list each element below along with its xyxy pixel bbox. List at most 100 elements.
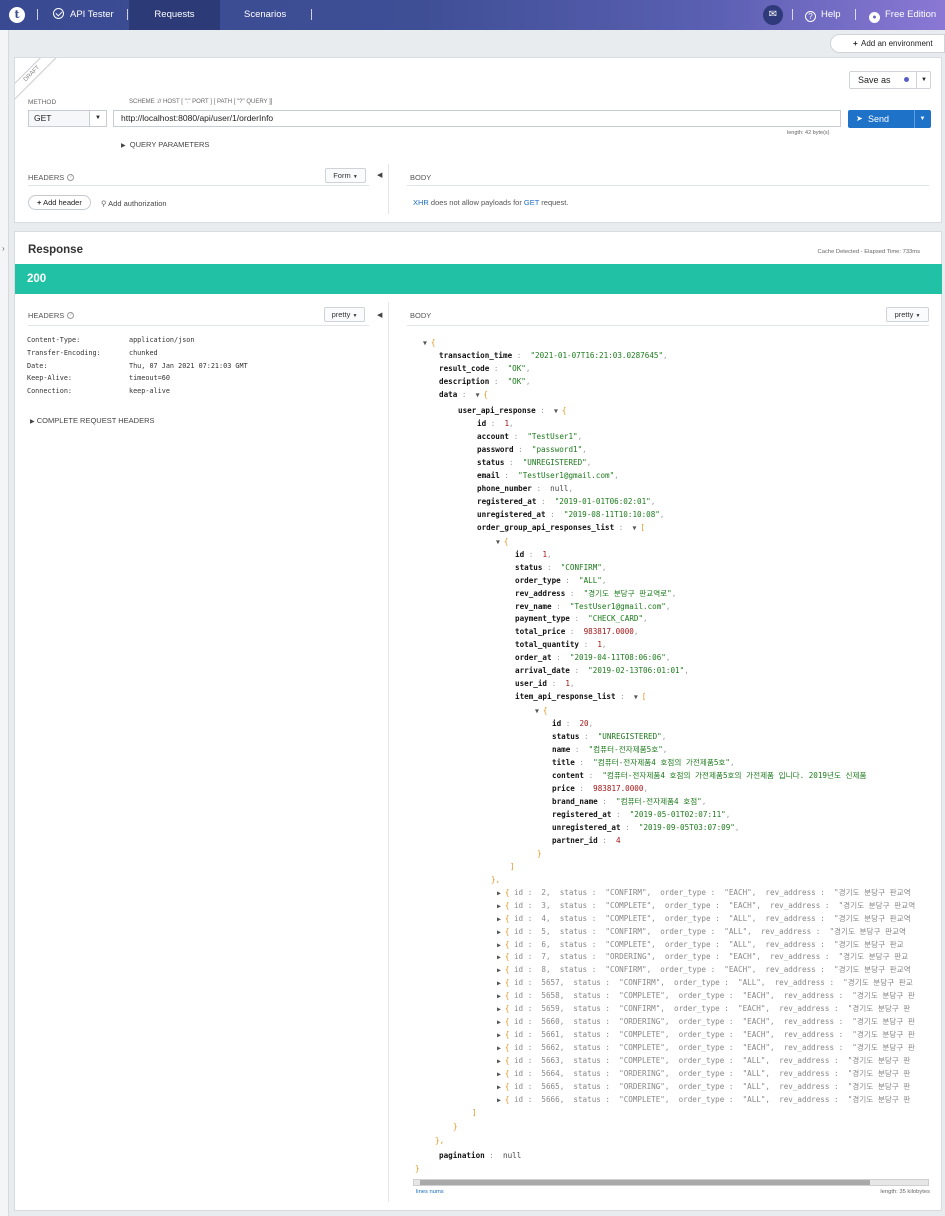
json-line: brand_name : "컴퓨터-전자제품4 호점", [552,795,706,808]
json-line: rev_address : "경기도 분당구 판교역로", [515,587,676,600]
draft-badge: DRAFT [15,58,61,104]
divider [388,302,389,1202]
save-as-button[interactable]: Save as ▼ [849,71,931,89]
json-value: "2019-09-05T03:07:09" [638,823,735,832]
response-headers-mode-select[interactable]: pretty ▼ [324,307,365,322]
json-key: brand_name [552,797,598,806]
json-collapsed-summary: id : 7, status : "ORDERING", order_type … [513,952,909,961]
scrollbar-thumb[interactable] [420,1180,870,1185]
add-header-button[interactable]: + Add header [28,195,91,210]
json-punct: : [611,810,630,819]
query-parameters-toggle[interactable]: ▶ QUERY PARAMETERS [121,140,209,149]
json-line: description : "OK", [439,375,530,388]
collapsed-order-row: ▶ { id : 5658, status : "COMPLETE", orde… [497,989,915,1002]
json-bracket: { [504,1017,514,1026]
json-punct: , [734,823,740,832]
json-bracket: { [504,901,514,910]
collapsed-order-row: ▶ { id : 8, status : "CONFIRM", order_ty… [497,963,911,976]
json-punct: : [570,745,589,754]
method-select[interactable]: GET ▼ [28,110,107,127]
json-punct: , [665,653,671,662]
json-punct: , [650,497,656,506]
json-line: } [415,1162,420,1175]
caret-left-icon[interactable]: ◀ [377,171,382,179]
json-line: id : 1, [477,417,514,430]
json-punct: : [584,771,603,780]
caret-down-icon[interactable]: ▼ [916,72,931,88]
json-line: total_price : 983817.0000, [515,625,638,638]
info-icon[interactable]: ? [67,312,75,319]
json-key: status [515,563,543,572]
json-key: payment_type [515,614,570,623]
collapsed-order-row: ▶ { id : 5662, status : "COMPLETE", orde… [497,1041,915,1054]
help-link[interactable]: ? Help [805,0,841,30]
json-viewer[interactable]: ▼ {transaction_time : "2021-01-07T16:21:… [411,336,929,1179]
json-line: registered_at : "2019-05-01T02:07:11", [552,808,730,821]
json-line: total_quantity : 1, [515,638,606,651]
json-value: 983817.0000 [593,784,644,793]
json-line: ] [510,860,515,873]
send-button[interactable]: ➤ Send ▼ [848,110,931,128]
json-key: description [439,377,490,386]
json-value: 4 [616,836,621,845]
divider [388,164,389,214]
json-value: "CHECK_CARD" [588,614,644,623]
json-line: price : 983817.0000, [552,782,648,795]
json-key: price [552,784,575,793]
response-panel: Response Cache Detected - Elapsed Time: … [14,231,942,1211]
json-bracket: [ [641,692,647,701]
json-punct: : [513,445,532,454]
caret-down-icon: ▼ [633,693,642,701]
json-key: content [552,771,585,780]
json-collapsed-summary: id : 5666, status : "COMPLETE", order_ty… [513,1095,911,1104]
url-input[interactable]: http://localhost:8080/api/user/1/orderIn… [113,110,841,127]
collapsed-order-row: ▶ { id : 5664, status : "ORDERING", orde… [497,1067,910,1080]
json-line: ▼ { [535,704,547,717]
json-value: null [550,484,569,493]
json-punct: , [701,797,707,806]
chat-icon[interactable]: ✉ [763,5,783,25]
json-punct: : [597,836,617,845]
json-line: password : "password1", [477,443,587,456]
caret-right-icon: ▶ [497,1096,505,1104]
json-value: "OK" [507,377,526,386]
json-punct: , [614,471,619,480]
response-body-mode-select[interactable]: pretty ▼ [886,307,929,322]
json-bracket: { [504,1095,514,1104]
logo-icon[interactable]: t [9,7,25,23]
complete-request-headers-toggle[interactable]: ▶ COMPLETE REQUEST HEADERS [30,416,155,425]
headers-mode-select[interactable]: Form ▼ [325,168,366,183]
json-punct: : [579,732,598,741]
tab-requests[interactable]: Requests [129,0,220,30]
collapsed-order-row: ▶ { id : 2, status : "CONFIRM", order_ty… [497,886,911,899]
add-environment-button[interactable]: + Add an environment [830,34,945,53]
json-line: unregistered_at : "2019-08-11T10:10:08", [477,508,664,521]
json-punct: : [615,692,634,701]
json-key: status [552,732,580,741]
app-title[interactable]: API Tester [53,0,114,30]
json-punct: , [725,810,731,819]
json-bracket: { [504,1030,514,1039]
info-icon[interactable]: ? [67,174,75,181]
caret-left-icon[interactable]: ◀ [377,311,382,319]
status-code-bar: 200 [15,264,942,294]
json-line: id : 20, [552,717,593,730]
json-line: email : "TestUser1@gmail.com", [477,469,619,482]
response-header-row: Keep-Alive: timeout=60 [27,374,170,382]
json-line: } [453,1120,458,1133]
horizontal-scrollbar[interactable] [413,1179,929,1186]
json-key: order_group_api_responses_list [477,523,615,532]
json-punct: : [574,784,594,793]
caret-down-icon[interactable]: ▼ [914,110,930,128]
json-punct: : [569,666,589,675]
edition-menu[interactable]: ● Free Edition [869,0,936,30]
json-collapsed-summary: id : 5661, status : "COMPLETE", order_ty… [513,1030,915,1039]
json-line: content : "컴퓨터-전자제품4 호점의 가전제품5호의 가전제품 입니… [552,769,867,782]
json-value: "UNREGISTERED" [522,458,587,467]
plus-icon: + [37,198,42,207]
tab-scenarios[interactable]: Scenarios [244,0,286,30]
line-numbers-toggle[interactable]: lines nums [416,1189,444,1195]
caret-down-icon: ▼ [89,111,106,126]
side-collapse-strip[interactable]: › [0,30,9,1216]
add-authorization-link[interactable]: ⚲ Add authorization [101,199,167,208]
